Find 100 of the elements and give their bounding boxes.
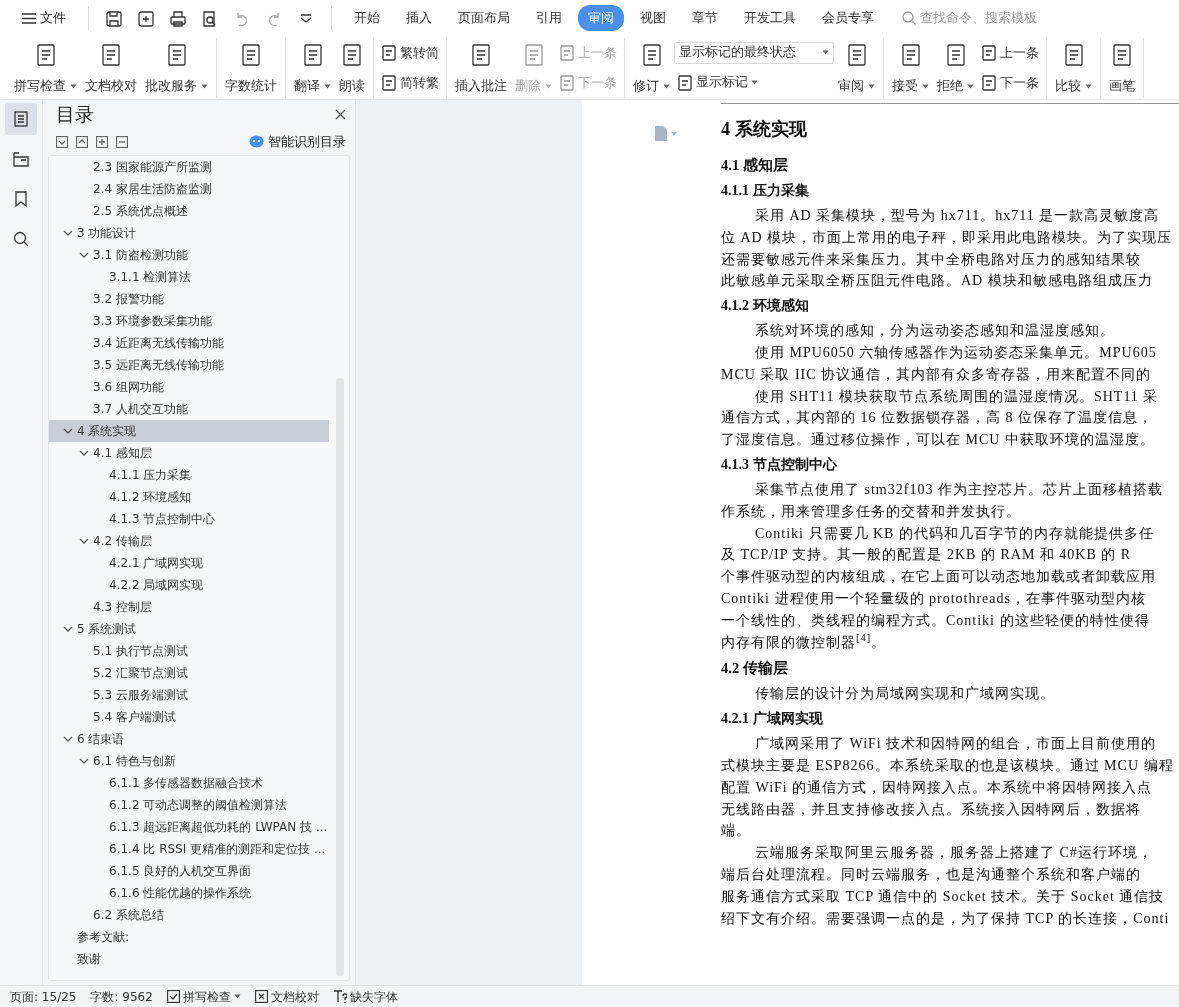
caret-icon	[868, 84, 875, 90]
ribbon-button[interactable]: 画笔	[1105, 38, 1139, 98]
toc-entry[interactable]: 4.2 传输层	[49, 530, 329, 553]
ribbon-tab[interactable]: 章节	[682, 5, 728, 31]
file-menu-button[interactable]: 文件	[12, 5, 76, 31]
page-icon	[981, 45, 997, 61]
text-line: 传输层的设计分为局域网实现和广域网实现。	[754, 685, 1056, 704]
smart-toc-button[interactable]: 智能识别目录	[249, 132, 346, 152]
toc-entry[interactable]: 3 功能设计	[49, 222, 329, 245]
toc-entry[interactable]: 3.6 组网功能	[49, 376, 329, 399]
text-line: Contiki 进程使用一个轻量级的 protothreads，在事件驱动型内核	[721, 589, 1147, 608]
caret-icon	[922, 84, 929, 90]
ribbon-tab[interactable]: 会员专享	[812, 5, 884, 31]
toc-entry[interactable]: 4.1.2 环境感知	[49, 486, 329, 509]
ribbon-button[interactable]: 接受	[888, 38, 933, 98]
toc-entry[interactable]: 6.1 特色与创新	[49, 750, 329, 773]
toc-entry[interactable]: 6.1.2 可动态调整的阈值检测算法	[49, 794, 329, 817]
text-line: 作系统，用来管理多任务的交替和并发执行。	[721, 502, 1022, 521]
ribbon-button[interactable]: 插入批注	[451, 38, 511, 98]
page-icon	[381, 45, 397, 61]
toc-entry[interactable]: 3.7 人机交互功能	[49, 398, 329, 421]
toc-entry[interactable]: 4.2.2 局域网实现	[49, 574, 329, 597]
text-line: 无线路由器，并且支持修改接入点。系统接入因特网后，数据将	[721, 800, 1142, 819]
missing-fonts-button[interactable]: 缺失字体	[332, 987, 398, 1006]
page-icon	[981, 75, 997, 91]
ribbon-button[interactable]: 批改服务	[141, 38, 212, 98]
toc-entry[interactable]: 6.1.5 良好的人机交互界面	[49, 860, 329, 883]
spell-check-button[interactable]: 拼写检查	[166, 987, 241, 1006]
ribbon-button[interactable]: 字数统计	[221, 38, 281, 98]
ribbon-button[interactable]: 审阅	[834, 38, 879, 98]
minus-icon	[116, 135, 128, 148]
text-line: 位 AD 模块，市面上常用的电子秤，即采用此电路模块。为了实现压	[721, 228, 1174, 247]
toc-entry[interactable]: 3.5 远距离无线传输功能	[49, 354, 329, 377]
toc-entry[interactable]: 5 系统测试	[49, 618, 329, 641]
toc-entry[interactable]: 2.3 国家能源产所监测	[49, 156, 329, 179]
toc-entry[interactable]: 4 系统实现	[49, 420, 329, 443]
toc-entry[interactable]: 5.3 云服务端测试	[49, 684, 329, 707]
toc-entry[interactable]: 6.1.1 多传感器数据融合技术	[49, 772, 329, 795]
outline-level-button[interactable]	[76, 135, 88, 148]
toc-entry[interactable]: 参考文献:	[49, 926, 329, 949]
text-line: 系统对环境的感知，分为运动姿态感知和温湿度感知。	[754, 322, 1116, 341]
toc-entry[interactable]: 2.4 家居生活防盗监测	[49, 178, 329, 201]
caret-icon	[663, 84, 670, 90]
ribbon-button[interactable]: 修订	[629, 38, 674, 98]
toc-entry[interactable]: 3.4 近距离无线传输功能	[49, 332, 329, 355]
ribbon-button[interactable]: 拼写检查	[10, 38, 81, 98]
toc-entry[interactable]: 致谢	[49, 948, 329, 971]
toc-entry[interactable]: 5.4 客户端测试	[49, 706, 329, 729]
collapse-all-icon	[56, 135, 68, 148]
outline-level-button[interactable]	[116, 135, 128, 148]
ribbon-button[interactable]: 繁转简	[378, 41, 442, 65]
table-of-contents-icon	[12, 110, 30, 128]
ribbon-button[interactable]: 上一条	[978, 41, 1042, 65]
outline-level-button[interactable]	[96, 135, 108, 148]
toc-entry[interactable]: 4.1.1 压力采集	[49, 464, 329, 487]
text-line: 一个线性的、类线程的编程方式。Contiki 的这些轻便的特性使得	[721, 611, 1151, 630]
toc-entry[interactable]: 3.3 环境参数采集功能	[49, 310, 329, 333]
toc-entry[interactable]: 5.1 执行节点测试	[49, 640, 329, 663]
toc-entry[interactable]: 4.1.3 节点控制中心	[49, 508, 329, 531]
ribbon-button[interactable]: 比较	[1051, 38, 1096, 98]
toc-entry[interactable]: 4.1 感知层	[49, 442, 329, 465]
word-count: 字数: 9562	[90, 988, 153, 1006]
ribbon-button[interactable]: 朗读	[335, 38, 369, 98]
ribbon-button[interactable]: 下一条	[978, 71, 1042, 95]
toc-entry[interactable]: 4.3 控制层	[49, 596, 329, 619]
toc-entry[interactable]: 3.1.1 检测算法	[49, 266, 329, 289]
ribbon-tab[interactable]: 视图	[630, 5, 676, 31]
page-icon	[677, 74, 693, 91]
toc-entry[interactable]: 3.2 报警功能	[49, 288, 329, 311]
ribbon-button[interactable]: 拒绝	[933, 38, 978, 98]
ribbon-tab[interactable]: 插入	[396, 5, 442, 31]
search-icon	[902, 11, 916, 25]
toc-entry[interactable]: 6.2 系统总结	[49, 904, 329, 927]
caret-icon	[201, 84, 208, 90]
toc-entry[interactable]: 6.1.6 性能优越的操作系统	[49, 882, 329, 905]
text-line: 云端服务采取阿里云服务器，服务器上搭建了 C#运行环境，	[754, 844, 1154, 863]
ribbon-button[interactable]: 翻译	[290, 38, 335, 98]
toc-entry[interactable]: 3.1 防盗检测功能	[49, 244, 329, 267]
outline-level-button[interactable]	[56, 135, 68, 148]
toc-entry[interactable]: 5.2 汇聚节点测试	[49, 662, 329, 685]
ribbon-tab[interactable]: 页面布局	[448, 5, 520, 31]
ribbon-tab[interactable]: 开始	[344, 5, 390, 31]
proofread-button[interactable]: 文档校对	[254, 987, 319, 1006]
caret-icon	[233, 994, 241, 999]
checkbox-icon	[166, 990, 180, 1003]
ribbon-tab[interactable]: 引用	[526, 5, 572, 31]
toc-entry[interactable]: 2.5 系统优点概述	[49, 200, 329, 223]
ribbon-button[interactable]: 简转繁	[378, 71, 442, 95]
toc-entry[interactable]: 4.2.1 广域网实现	[49, 552, 329, 575]
page-icon	[381, 75, 397, 91]
markup-view-dropdown[interactable]: 显示标记的最终状态	[674, 41, 834, 64]
caret-icon	[822, 50, 829, 56]
toc-entry[interactable]: 6 结束语	[49, 728, 329, 751]
sidebar-tab[interactable]	[5, 103, 37, 135]
ribbon-button[interactable]: 显示标记	[674, 71, 834, 95]
toc-entry[interactable]: 6.1.3 超远距离超低功耗的 LWPAN 技 ...	[49, 816, 329, 839]
toc-entry[interactable]: 6.1.4 比 RSSI 更精准的测距和定位技 ...	[49, 838, 329, 861]
cross-box-icon	[254, 990, 268, 1003]
ribbon-button[interactable]: 文档校对	[81, 38, 141, 98]
ribbon-tab[interactable]: 开发工具	[734, 5, 806, 31]
